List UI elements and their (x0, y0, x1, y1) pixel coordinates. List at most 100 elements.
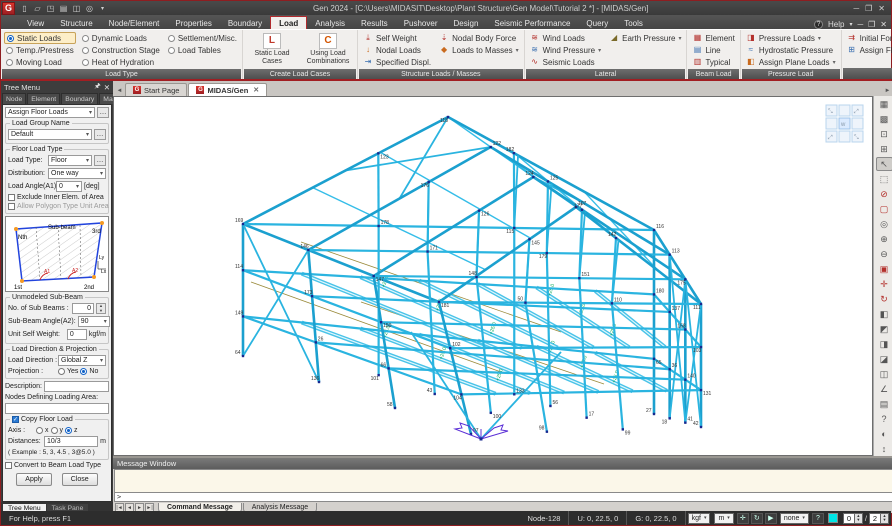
mdi-restore-button[interactable]: ❐ (868, 20, 875, 29)
ribbon-tab-seismic-performance[interactable]: Seismic Performance (486, 16, 578, 29)
rotate-mode-icon[interactable]: ↻ (750, 512, 763, 524)
ribbon-button-assign-floor-loads[interactable]: ⊞Assign Floor Loads▾ (845, 44, 892, 56)
load-type-radio-settlement-misc-[interactable]: Settlement/Misc. (166, 32, 239, 44)
select-window-icon[interactable]: ⬚ (876, 172, 892, 186)
ribbon-button-seismic-loads[interactable]: ∿ Seismic Loads (528, 56, 603, 68)
ribbon-button-earth-pressure[interactable]: ◢ Earth Pressure ▾ (607, 32, 683, 44)
load-group-select[interactable]: Default ▾ (8, 129, 92, 140)
document-tab-midas-gen[interactable]: G MIDAS/Gen ✕ (188, 83, 268, 96)
length-unit-select[interactable]: m ▾ (714, 512, 734, 524)
load-type-radio-dynamic-loads[interactable]: Dynamic Loads (80, 32, 162, 44)
document-tab-start-page[interactable]: G Start Page (125, 83, 188, 96)
ribbon-tab-view[interactable]: View (19, 16, 52, 29)
pin-icon[interactable]: 🖈 (94, 82, 100, 93)
save-icon[interactable]: ▤ (58, 3, 69, 14)
new-icon[interactable]: ▯ (19, 3, 30, 14)
view-right-icon[interactable]: ◪ (876, 352, 892, 366)
axis-z-radio[interactable] (65, 427, 72, 434)
view-front-icon[interactable]: ◧ (876, 307, 892, 321)
view-top-icon[interactable]: ◩ (876, 322, 892, 336)
ribbon-tab-boundary[interactable]: Boundary (220, 16, 270, 29)
command-browse-button[interactable]: … (97, 107, 109, 118)
command-prompt[interactable]: > (114, 493, 892, 502)
ribbon-tab-properties[interactable]: Properties (167, 16, 219, 29)
ribbon-tab-tools[interactable]: Tools (616, 16, 651, 29)
select-icon[interactable]: ↖ (875, 157, 892, 171)
tab-close-icon[interactable]: ✕ (253, 86, 259, 94)
import-icon[interactable]: ◳ (45, 3, 56, 14)
load-type-browse-button[interactable]: … (94, 155, 106, 166)
pan-icon[interactable]: ✛ (876, 277, 892, 291)
panel-tab-node[interactable]: Node (2, 93, 27, 104)
view-mode-select[interactable]: none ▾ (779, 512, 809, 524)
named-view-icon[interactable]: ▤ (876, 397, 892, 411)
load-type-select[interactable]: Floor ▾ (48, 155, 92, 166)
ribbon-tab-pushover[interactable]: Pushover (396, 16, 446, 29)
no-sub-beams-spinner[interactable]: ▲ ▼ (96, 303, 106, 314)
point-grid-icon[interactable]: ▩ (876, 112, 892, 126)
ribbon-tab-analysis[interactable]: Analysis (307, 16, 353, 29)
mdi-minimize-button[interactable]: ─ (857, 20, 863, 29)
ribbon-button-wind-loads[interactable]: ≋ Wind Loads (528, 32, 603, 44)
snap-node-icon[interactable]: ⊡ (876, 127, 892, 141)
ribbon-button-element[interactable]: ▦ Element (690, 32, 736, 44)
restore-button[interactable]: ❐ (865, 4, 872, 13)
sub-beam-angle-select[interactable]: 90 ▾ (77, 316, 110, 327)
app-logo-icon[interactable]: G (2, 1, 15, 15)
distribution-select[interactable]: One way ▾ (48, 168, 106, 179)
print-preview-icon[interactable]: ◎ (84, 3, 95, 14)
mdi-close-button[interactable]: ✕ (880, 20, 887, 29)
ribbon-button-typical[interactable]: ▥ Typical (690, 56, 736, 68)
model-viewport[interactable]: +25.0 +25.0 +25.0 +25.0 +25.0 +25.0 +25.0 +25.0… (113, 96, 873, 456)
distances-input[interactable]: 10/3 (44, 436, 99, 447)
force-unit-select[interactable]: kgf ▾ (687, 512, 711, 524)
message-output[interactable] (114, 469, 892, 493)
ribbon-button-nodal-loads[interactable]: ↓ Nodal Loads (361, 44, 433, 56)
description-input[interactable] (43, 381, 109, 392)
ribbon-button-assign-plane-loads[interactable]: ◧ Assign Plane Loads ▾ (744, 56, 838, 68)
ribbon-button-wind-pressure[interactable]: ≋ Wind Pressure ▾ (528, 44, 603, 56)
axis-x-radio[interactable] (36, 427, 43, 434)
ribbon-tab-design[interactable]: Design (445, 16, 486, 29)
unit-self-weight-input[interactable]: 0 (66, 329, 87, 340)
load-type-radio-construction-stage[interactable]: Construction Stage (80, 44, 162, 56)
projection-yes-radio[interactable] (58, 368, 65, 375)
ribbon-button-self-weight[interactable]: ⤓ Self Weight (361, 32, 433, 44)
unselect-icon[interactable]: ⊘ (876, 187, 892, 201)
zoom-window-icon[interactable]: ▢ (876, 202, 892, 216)
panel-tab-element[interactable]: Element (27, 93, 61, 104)
ribbon-button-hydrostatic-pressure[interactable]: ≈ Hydrostatic Pressure (744, 44, 838, 56)
panel-close-icon[interactable]: ✕ (104, 83, 110, 92)
ribbon-button-specified-displ-[interactable]: ⇥ Specified Displ. (361, 56, 433, 68)
help-icon[interactable]: ? (813, 20, 823, 29)
load-type-radio-temp-prestress[interactable]: Temp./Prestress (4, 44, 76, 56)
exclude-inner-checkbox[interactable] (8, 194, 15, 201)
open-icon[interactable]: ▱ (32, 3, 43, 14)
move-mode-icon[interactable]: ✛ (736, 512, 749, 524)
grid-icon[interactable]: ▦ (876, 97, 892, 111)
panel-tab-boundary[interactable]: Boundary (61, 93, 99, 104)
close-button-panel[interactable]: Close (61, 473, 98, 486)
close-button[interactable]: ✕ (878, 4, 885, 13)
value-b-spinner[interactable]: 2 ▲ ▼ (869, 512, 889, 524)
context-help-icon[interactable]: ? (811, 512, 824, 524)
load-type-radio-load-tables[interactable]: Load Tables (166, 44, 239, 56)
color-swatch[interactable] (827, 513, 838, 523)
ribbon-tab-query[interactable]: Query (578, 16, 616, 29)
load-type-radio-moving-load[interactable]: Moving Load (4, 56, 76, 68)
projection-no-radio[interactable] (80, 368, 88, 375)
axis-y-radio[interactable] (50, 427, 58, 434)
zoom-in-icon[interactable]: ⊕ (876, 232, 892, 246)
apply-button[interactable]: Apply (16, 473, 52, 486)
snap-element-icon[interactable]: ⊞ (876, 142, 892, 156)
help-caret-icon[interactable]: ▾ (849, 21, 852, 28)
zoom-out-icon[interactable]: ⊖ (876, 247, 892, 261)
allow-polygon-checkbox[interactable] (8, 203, 15, 210)
load-type-radio-static-loads[interactable]: Static Loads (4, 32, 76, 44)
zoom-dynamic-icon[interactable]: ◎ (876, 217, 892, 231)
ribbon-button-line[interactable]: ▤ Line (690, 44, 736, 56)
help-label[interactable]: Help (828, 20, 844, 29)
convert-beam-checkbox[interactable] (5, 462, 12, 469)
ribbon-button-nodal-body-force[interactable]: ⇣ Nodal Body Force (437, 32, 521, 44)
load-direction-select[interactable]: Global Z ▾ (58, 355, 106, 366)
